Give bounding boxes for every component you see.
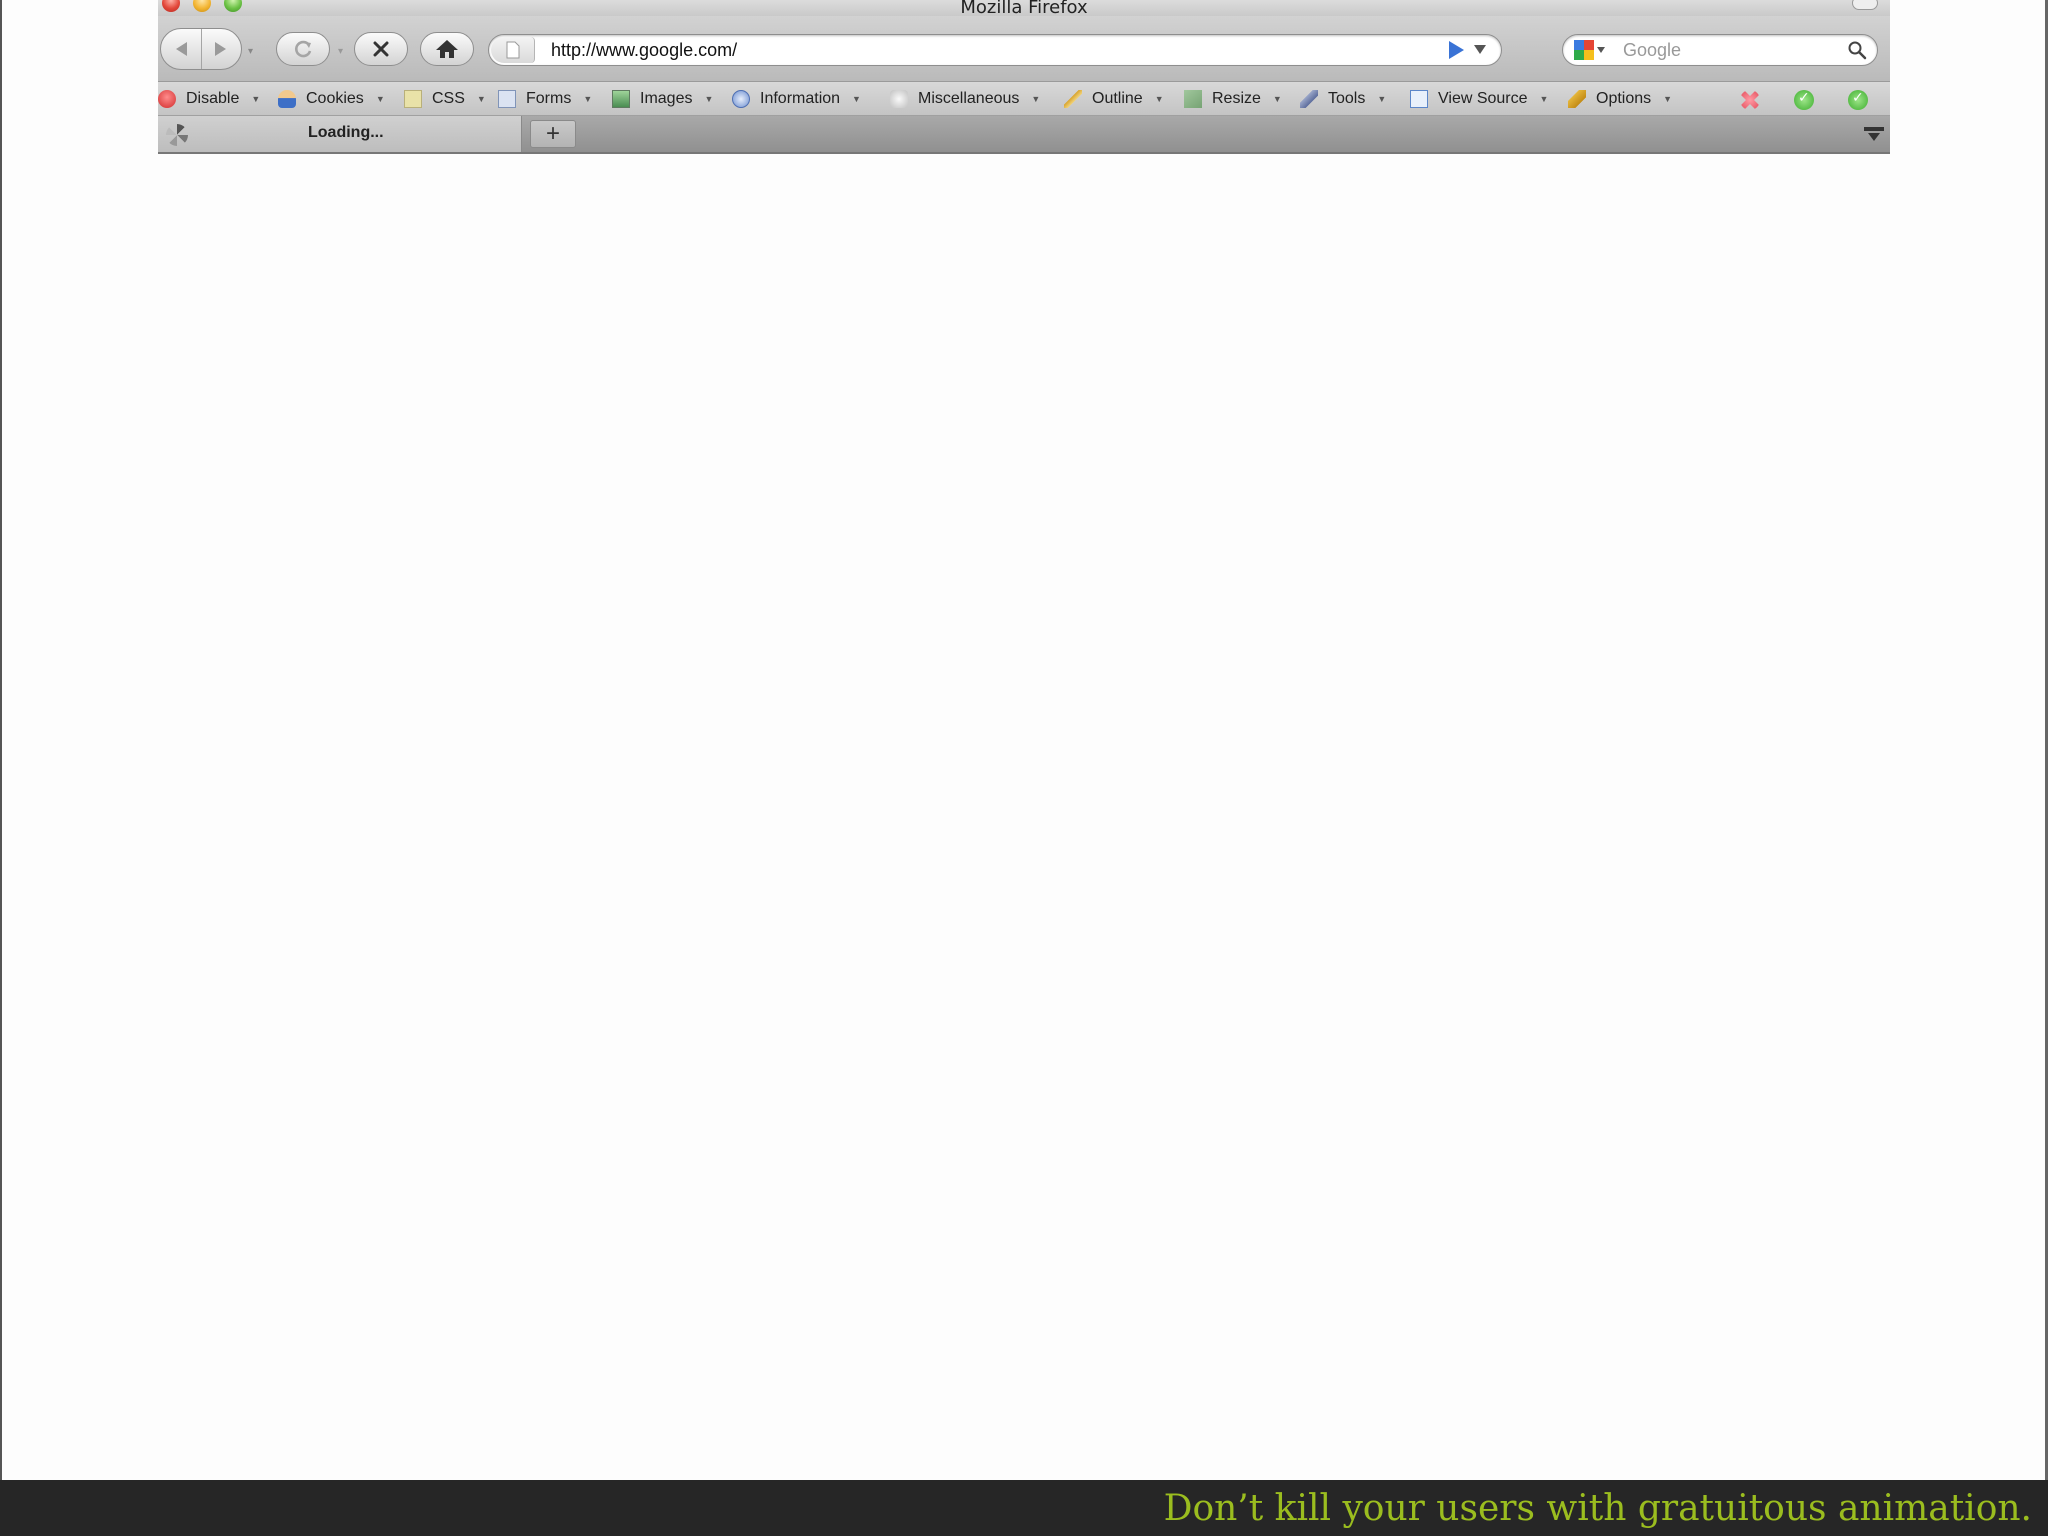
chevron-down-icon: ▼ [1031,94,1041,104]
tab-loading[interactable]: Loading... [158,116,522,152]
url-history-dropdown-icon[interactable] [1473,43,1487,55]
slide-caption: Don’t kill your users with gratuitous an… [1163,1488,2032,1529]
home-button[interactable] [420,32,474,66]
forms-icon [498,90,516,108]
url-text[interactable]: http://www.google.com/ [551,40,737,61]
dev-menu-information[interactable]: Information ▼ [732,88,861,110]
chevron-down-icon: ▼ [852,94,861,104]
dev-menu-view-source[interactable]: View Source ▼ [1410,88,1548,110]
dev-menu-label: CSS [432,90,465,107]
chevron-down-icon: ▼ [704,94,714,104]
search-icon[interactable] [1847,40,1867,60]
page-icon [506,41,519,59]
toolbar-toggle-button[interactable] [1852,0,1878,10]
view-source-icon [1410,90,1428,108]
home-icon [436,40,458,58]
title-bar: Mozilla Firefox [158,0,1890,18]
valid-status-icon[interactable] [1848,90,1868,110]
dev-menu-label: Information [760,90,841,107]
navigation-toolbar: ▾ ▾ http://www.google.com/ Google [158,16,1890,82]
images-icon [612,90,630,108]
address-bar[interactable]: http://www.google.com/ [488,34,1502,66]
stop-icon [373,41,389,57]
reload-icon [295,40,312,58]
miscellaneous-icon [890,90,908,108]
chevron-down-icon: ▼ [375,94,385,104]
toolbar-separator: ▾ [338,46,344,57]
valid-status-icon[interactable] [1794,90,1814,110]
back-arrow-icon [175,42,187,56]
tab-label: Loading... [308,124,384,141]
tab-list-icon[interactable] [1860,120,1888,148]
tools-icon [1300,90,1318,108]
dev-menu-label: View Source [1438,90,1528,107]
search-bar[interactable]: Google [1562,34,1878,66]
tab-strip: Loading... + [158,116,1890,154]
dev-menu-label: Outline [1092,90,1143,107]
page-left-border [0,0,2,1480]
google-engine-icon [1574,40,1594,60]
dev-menu-css[interactable]: CSS ▼ [404,88,486,110]
dev-menu-label: Forms [526,90,572,107]
chevron-down-icon: ▼ [476,94,486,104]
back-forward-buttons [160,28,242,70]
back-button[interactable] [161,29,201,69]
dev-menu-images[interactable]: Images ▼ [612,88,713,110]
dev-menu-label: Disable [186,90,240,107]
go-arrow-icon[interactable] [1447,40,1465,60]
dev-menu-forms[interactable]: Forms ▼ [498,88,592,110]
history-dropdown-icon[interactable]: ▾ [248,46,253,57]
forward-arrow-icon [215,42,227,56]
web-developer-toolbar: Disable ▼ Cookies ▼ CSS ▼ Forms ▼ Images… [158,82,1890,116]
chevron-down-icon: ▼ [583,94,593,104]
css-icon [404,90,422,108]
dev-menu-options[interactable]: Options ▼ [1568,88,1672,110]
search-engine-selector[interactable] [1573,40,1607,60]
site-identity-button[interactable] [491,37,535,63]
outline-icon [1064,90,1082,108]
chevron-down-icon: ▼ [1539,94,1549,104]
caption-bar: Don’t kill your users with gratuitous an… [0,1480,2048,1536]
dev-menu-label: Tools [1328,90,1366,107]
chevron-down-icon: ▼ [1663,94,1673,104]
dev-menu-label: Resize [1212,90,1261,107]
forward-button[interactable] [200,29,241,69]
options-icon [1568,90,1586,108]
information-icon [732,90,750,108]
loading-spinner-icon [166,124,188,146]
chevron-down-icon: ▼ [251,94,261,104]
list-all-tabs-icon [1864,127,1884,141]
dev-menu-label: Miscellaneous [918,90,1020,107]
dev-menu-outline[interactable]: Outline ▼ [1064,88,1164,110]
new-tab-button[interactable]: + [530,120,576,148]
engine-dropdown-icon [1597,47,1605,53]
dev-menu-label: Options [1596,90,1652,107]
dev-menu-tools[interactable]: Tools ▼ [1300,88,1386,110]
dev-menu-cookies[interactable]: Cookies ▼ [278,88,385,110]
dev-menu-resize[interactable]: Resize ▼ [1184,88,1282,110]
cookies-icon [278,90,296,108]
search-input[interactable]: Google [1623,40,1681,61]
chevron-down-icon: ▼ [1377,94,1387,104]
firefox-window: Mozilla Firefox ▾ ▾ http://www.google.co… [158,0,1890,154]
error-status-icon[interactable] [1740,90,1760,110]
dev-menu-label: Images [640,90,693,107]
chevron-down-icon: ▼ [1272,94,1282,104]
disable-icon [158,90,176,108]
chevron-down-icon: ▼ [1154,94,1164,104]
dev-menu-label: Cookies [306,90,364,107]
reload-button[interactable] [276,32,330,66]
stop-button[interactable] [354,32,408,66]
resize-icon [1184,90,1202,108]
dev-menu-disable[interactable]: Disable ▼ [158,88,260,110]
dev-menu-miscellaneous[interactable]: Miscellaneous ▼ [890,88,1040,110]
